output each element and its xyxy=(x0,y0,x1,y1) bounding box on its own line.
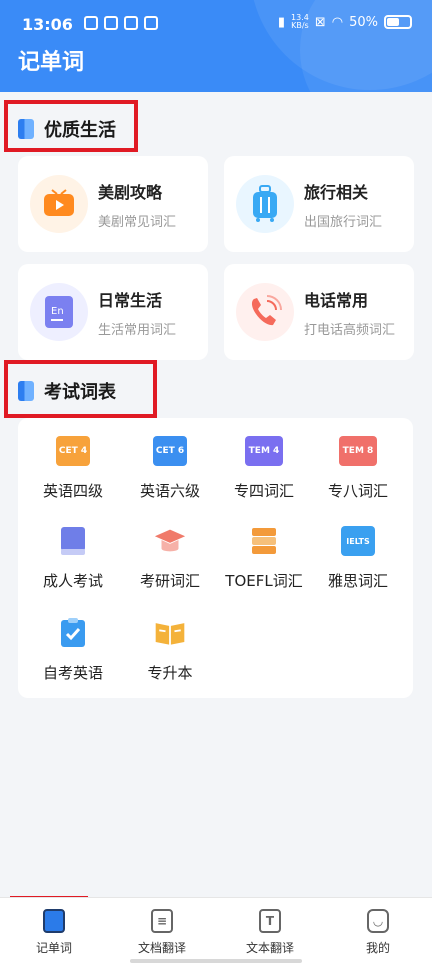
sim-icon: ⊠ xyxy=(314,14,326,30)
exam-item-self-study[interactable]: 自考英语 xyxy=(24,618,122,683)
card-daily-life[interactable]: En 日常生活 生活常用词汇 xyxy=(18,264,208,360)
card-title: 旅行相关 xyxy=(304,182,369,202)
svg-text:En: En xyxy=(51,306,64,317)
book-icon xyxy=(18,381,34,401)
notification-icon xyxy=(84,16,98,30)
card-title: 电话常用 xyxy=(304,290,369,310)
cet6-icon: CET 6 xyxy=(153,436,187,466)
card-phone[interactable]: 电话常用 打电话高频词汇 xyxy=(224,264,414,360)
section-title: 考试词表 xyxy=(44,382,116,403)
card-subtitle: 美剧常见词汇 xyxy=(98,214,177,230)
checklist-icon xyxy=(56,618,90,648)
exam-label: 英语四级 xyxy=(42,482,103,500)
section-header-quality: 优质生活 xyxy=(18,116,116,142)
exam-label: 英语六级 xyxy=(139,482,200,500)
notification-icon xyxy=(124,16,138,30)
card-title: 日常生活 xyxy=(98,290,163,310)
exam-list-panel: CET 4 英语四级 CET 6 英语六级 TEM 4 专四词汇 TEM 8 专… xyxy=(18,418,413,698)
wifi-icon: ◠ xyxy=(331,14,344,30)
exam-item-tem4[interactable]: TEM 4 专四词汇 xyxy=(215,436,313,501)
tab-label: 我的 xyxy=(365,941,390,955)
suitcase-icon xyxy=(236,175,294,233)
exam-label: 雅思词汇 xyxy=(327,572,388,590)
exam-item-adult[interactable]: 成人考试 xyxy=(24,526,122,591)
tab-text-translate[interactable]: T 文本翻译 xyxy=(216,898,324,964)
exam-item-cet4[interactable]: CET 4 英语四级 xyxy=(24,436,122,501)
tv-play-icon xyxy=(30,175,88,233)
books-stack-icon xyxy=(247,526,281,556)
card-subtitle: 生活常用词汇 xyxy=(98,322,177,338)
exam-item-toefl[interactable]: TOEFL词汇 xyxy=(215,526,313,591)
tem4-icon: TEM 4 xyxy=(245,436,283,466)
exam-label: 考研词汇 xyxy=(139,572,200,590)
tab-label: 文档翻译 xyxy=(137,941,186,955)
network-speed: 13.4 KB/s xyxy=(291,13,309,30)
tab-label: 文本翻译 xyxy=(245,941,294,955)
notification-icons xyxy=(84,16,158,30)
document-icon: ≡ xyxy=(151,909,173,933)
book-tab-icon xyxy=(43,909,65,933)
exam-item-tem8[interactable]: TEM 8 专八词汇 xyxy=(309,436,407,501)
status-right: ▮ 13.4 KB/s ⊠ ◠ 50% xyxy=(278,14,412,30)
section-title: 优质生活 xyxy=(44,120,116,141)
exam-label: 专升本 xyxy=(147,664,193,682)
exam-label: 专四词汇 xyxy=(233,482,294,500)
status-time: 13:06 xyxy=(22,15,73,34)
card-title: 美剧攻略 xyxy=(98,182,163,202)
section-header-exam: 考试词表 xyxy=(18,378,116,404)
text-t-icon: T xyxy=(259,909,281,933)
tab-vocab[interactable]: 记单词 xyxy=(0,898,108,964)
exam-label: 成人考试 xyxy=(42,572,103,590)
exam-item-upgrade[interactable]: 专升本 xyxy=(121,618,219,683)
battery-icon xyxy=(384,15,412,29)
exam-item-ielts[interactable]: IELTS 雅思词汇 xyxy=(309,526,407,591)
book-icon xyxy=(56,526,90,556)
tab-label: 记单词 xyxy=(35,941,72,955)
home-indicator xyxy=(130,959,302,963)
notification-icon xyxy=(144,16,158,30)
tab-mine[interactable]: ◡ 我的 xyxy=(324,898,432,964)
notification-icon xyxy=(104,16,118,30)
exam-item-cet6[interactable]: CET 6 英语六级 xyxy=(121,436,219,501)
card-american-drama[interactable]: 美剧攻略 美剧常见词汇 xyxy=(18,156,208,252)
status-bar: 13:06 ▮ 13.4 KB/s ⊠ ◠ 50% xyxy=(0,0,432,48)
exam-label: 专八词汇 xyxy=(327,482,388,500)
book-icon xyxy=(18,119,34,139)
bottom-tab-bar: 记单词 ≡ 文档翻译 T 文本翻译 ◡ 我的 xyxy=(0,897,432,964)
app-header: 13:06 ▮ 13.4 KB/s ⊠ ◠ 50% 记单词 xyxy=(0,0,432,92)
ielts-icon: IELTS xyxy=(341,526,375,556)
tab-document-translate[interactable]: ≡ 文档翻译 xyxy=(108,898,216,964)
phone-icon xyxy=(236,283,294,341)
graduation-cap-icon xyxy=(153,526,187,556)
page-title: 记单词 xyxy=(18,50,85,75)
tem8-icon: TEM 8 xyxy=(339,436,377,466)
book-en-icon: En xyxy=(30,283,88,341)
exam-label: TOEFL词汇 xyxy=(225,572,303,590)
card-travel[interactable]: 旅行相关 出国旅行词汇 xyxy=(224,156,414,252)
vibrate-icon: ▮ xyxy=(277,14,286,30)
card-subtitle: 出国旅行词汇 xyxy=(304,214,383,230)
smile-icon: ◡ xyxy=(367,909,389,933)
exam-label: 自考英语 xyxy=(42,664,103,682)
open-book-icon xyxy=(153,618,187,648)
exam-item-postgrad[interactable]: 考研词汇 xyxy=(121,526,219,591)
card-subtitle: 打电话高频词汇 xyxy=(304,322,396,338)
battery-percent: 50% xyxy=(349,14,378,30)
cet4-icon: CET 4 xyxy=(56,436,90,466)
